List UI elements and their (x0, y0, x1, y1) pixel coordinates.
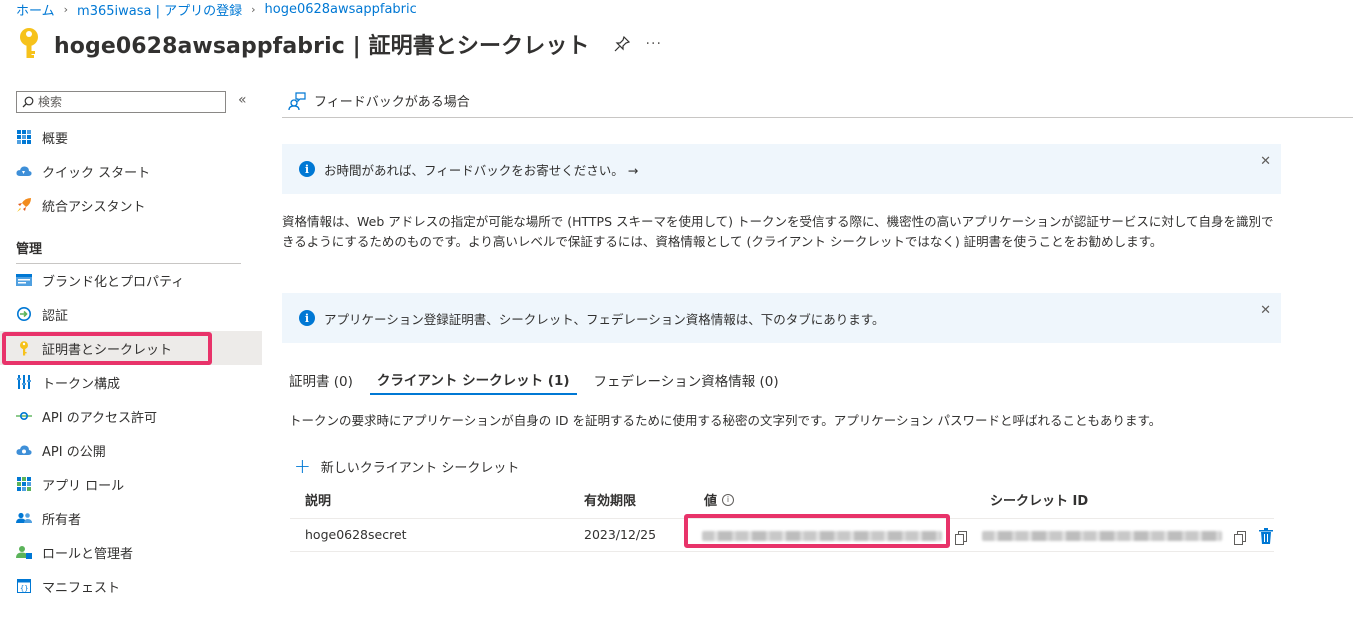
info-bar-feedback: i お時間があれば、フィードバックをお寄せください。 → ✕ (282, 144, 1281, 194)
grid-icon (16, 129, 32, 145)
tab-certificates[interactable]: 証明書 (0) (282, 365, 360, 395)
sidebar-item-owners[interactable]: 所有者 (0, 501, 262, 535)
collapse-sidebar-icon[interactable]: « (238, 92, 247, 108)
sidebar-search[interactable] (16, 91, 226, 113)
info-icon: i (299, 310, 315, 326)
info-bar-tabs-note: i アプリケーション登録証明書、シークレット、フェデレーション資格情報は、下のタ… (282, 293, 1281, 343)
column-header-description: 説明 (305, 494, 332, 509)
cloud-api-icon (16, 442, 32, 458)
breadcrumb: ホーム › m365iwasa | アプリの登録 › hoge0628awsap… (16, 0, 417, 19)
manifest-icon: {} (16, 578, 32, 594)
sidebar-item-quickstart[interactable]: クイック スタート (0, 154, 262, 188)
main-content: フィードバックがある場合 i お時間があれば、フィードバックをお寄せください。 … (282, 84, 1353, 621)
sidebar-item-label: 概要 (42, 131, 69, 147)
search-icon (22, 96, 34, 108)
new-client-secret-label: 新しいクライアント シークレット (320, 460, 520, 476)
sidebar-item-roles-administrators[interactable]: ロールと管理者 (0, 535, 262, 569)
info-icon: i (299, 161, 315, 177)
sidebar-item-label: 証明書とシークレット (42, 342, 173, 358)
feedback-button[interactable]: フィードバックがある場合 (314, 91, 470, 110)
cell-description: hoge0628secret (305, 527, 407, 542)
sidebar-item-label: クイック スタート (42, 165, 151, 181)
column-header-value-label: 値 (704, 494, 718, 509)
sidebar-item-overview[interactable]: 概要 (0, 120, 262, 154)
column-header-expires: 有効期限 (584, 494, 637, 509)
sidebar-item-label: 統合アシスタント (42, 199, 146, 215)
client-secrets-description: トークンの要求時にアプリケーションが自身の ID を証明するために使用する秘密の… (289, 413, 1162, 428)
copy-icon[interactable] (1234, 531, 1246, 545)
more-options-icon[interactable]: ··· (646, 36, 662, 52)
chevron-right-icon: › (251, 2, 256, 16)
copy-icon[interactable] (955, 531, 967, 545)
brand-icon (16, 272, 32, 288)
cell-expires: 2023/12/25 (584, 527, 657, 542)
feedback-icon (288, 91, 306, 110)
sidebar-item-label: ロールと管理者 (42, 546, 134, 562)
section-title-manage: 管理 (16, 242, 43, 257)
sidebar-item-label: トークン構成 (42, 376, 121, 392)
info-bar-text[interactable]: お時間があれば、フィードバックをお寄せください。 → (324, 160, 638, 179)
page-title: hoge0628awsappfabric | 証明書とシークレット (54, 34, 590, 59)
sidebar-item-branding[interactable]: ブランド化とプロパティ (0, 263, 262, 297)
cloud-icon (16, 163, 32, 179)
tab-federated-credentials[interactable]: フェデレーション資格情報 (0) (587, 365, 786, 395)
sidebar-item-label: API の公開 (42, 444, 106, 460)
page-header: hoge0628awsappfabric | 証明書とシークレット ··· (16, 26, 662, 62)
sidebar-item-label: アプリ ロール (42, 478, 125, 494)
owners-icon (16, 510, 32, 526)
sidebar-item-label: ブランド化とプロパティ (42, 274, 185, 290)
tab-bar: 証明書 (0) クライアント シークレット (1) フェデレーション資格情報 (… (282, 365, 796, 397)
breadcrumb-home[interactable]: ホーム (16, 0, 55, 19)
roles-admin-icon (16, 544, 32, 560)
sidebar-item-label: 認証 (42, 308, 69, 324)
column-header-secret-id: シークレット ID (990, 494, 1089, 509)
close-icon[interactable]: ✕ (1260, 154, 1271, 169)
delete-icon[interactable] (1259, 528, 1273, 544)
sidebar-item-token-configuration[interactable]: トークン構成 (0, 365, 262, 399)
chevron-right-icon: › (63, 2, 69, 16)
api-permission-icon (16, 408, 32, 424)
plus-icon: + (294, 454, 311, 478)
rocket-icon (16, 197, 32, 213)
blurred-secret-id (982, 531, 1222, 541)
close-icon[interactable]: ✕ (1260, 303, 1271, 318)
tab-client-secrets[interactable]: クライアント シークレット (1) (369, 365, 577, 395)
sidebar-item-app-roles[interactable]: アプリ ロール (0, 467, 262, 501)
sidebar-item-api-permissions[interactable]: API のアクセス許可 (0, 399, 262, 433)
breadcrumb-app[interactable]: hoge0628awsappfabric (265, 2, 417, 17)
sidebar: « 概要 クイック スタート 統合 (0, 84, 262, 621)
toolbar: フィードバックがある場合 (282, 84, 1353, 118)
app-roles-icon (16, 476, 32, 492)
column-header-value: 値 i (704, 490, 735, 509)
new-client-secret-button[interactable]: + 新しいクライアント シークレット (294, 456, 519, 476)
sidebar-item-label: マニフェスト (42, 580, 121, 596)
sidebar-item-label: 所有者 (42, 512, 82, 528)
info-bar-text: アプリケーション登録証明書、シークレット、フェデレーション資格情報は、下のタブに… (324, 311, 885, 327)
info-icon[interactable]: i (722, 493, 735, 506)
key-icon (20, 28, 38, 58)
highlight-annotation (684, 514, 950, 548)
breadcrumb-app-registration[interactable]: m365iwasa | アプリの登録 (77, 0, 242, 19)
auth-icon (16, 306, 32, 322)
sidebar-item-integration-assistant[interactable]: 統合アシスタント (0, 188, 262, 222)
credentials-description: 資格情報は、Web アドレスの指定が可能な場所で (HTTPS スキーマを使用し… (282, 214, 1274, 249)
svg-text:{}: {} (20, 585, 28, 593)
pin-icon[interactable] (614, 36, 630, 52)
key-icon (16, 340, 32, 356)
divider (290, 551, 1274, 552)
sidebar-item-authentication[interactable]: 認証 (0, 297, 262, 331)
sidebar-item-manifest[interactable]: {} マニフェスト (0, 569, 262, 603)
sidebar-item-label: API のアクセス許可 (42, 410, 158, 426)
sidebar-item-expose-api[interactable]: API の公開 (0, 433, 262, 467)
token-icon (16, 374, 32, 390)
search-input[interactable] (38, 95, 218, 109)
sidebar-item-certificates-secrets[interactable]: 証明書とシークレット (0, 331, 262, 365)
